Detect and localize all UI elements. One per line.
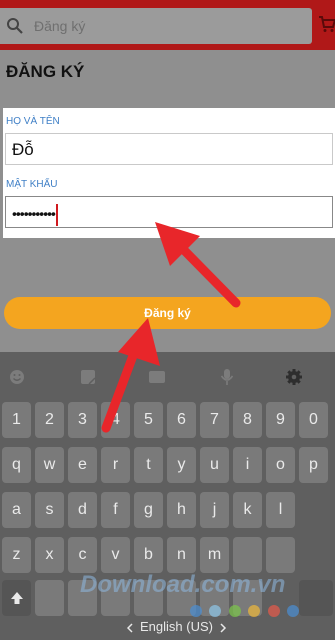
key[interactable]: x <box>35 537 64 573</box>
search-icon <box>7 18 23 34</box>
text-caret <box>55 204 58 226</box>
name-label: HỌ VÀ TÊN <box>6 116 60 127</box>
name-value: Đỗ <box>12 140 34 159</box>
key[interactable]: 7 <box>200 402 229 438</box>
key[interactable]: e <box>68 447 97 483</box>
key[interactable]: l <box>266 492 295 528</box>
key[interactable]: i <box>233 447 262 483</box>
key[interactable]: v <box>101 537 130 573</box>
key[interactable]: 9 <box>266 402 295 438</box>
key[interactable]: 0 <box>299 402 328 438</box>
key[interactable]: n <box>167 537 196 573</box>
key[interactable]: 4 <box>101 402 130 438</box>
register-button[interactable]: Đăng ký <box>4 297 331 329</box>
key[interactable]: c <box>68 537 97 573</box>
backspace-key[interactable] <box>299 580 333 616</box>
name-field[interactable]: Đỗ <box>5 133 333 165</box>
search-bar[interactable]: Đăng ký <box>0 8 312 44</box>
password-label: MẬT KHẨU <box>6 179 58 190</box>
password-field[interactable]: ••••••••••• <box>5 196 333 228</box>
watermark-dot <box>267 605 280 617</box>
password-value: ••••••••••• <box>12 205 56 222</box>
key[interactable]: q <box>2 447 31 483</box>
key[interactable]: b <box>134 537 163 573</box>
watermark-dot <box>190 605 202 617</box>
key[interactable]: m <box>200 537 229 573</box>
sticker-icon[interactable] <box>79 368 97 386</box>
cart-icon[interactable] <box>318 15 335 33</box>
password-value-wrap: ••••••••••• <box>12 204 58 226</box>
keyboard-toolbar <box>0 352 335 402</box>
chevron-left-icon <box>126 623 133 633</box>
key[interactable]: t <box>134 447 163 483</box>
key[interactable]: j <box>200 492 229 528</box>
key[interactable]: k <box>233 492 262 528</box>
shift-icon <box>10 591 23 604</box>
emoji-icon[interactable] <box>8 368 26 386</box>
key[interactable]: p <box>299 447 328 483</box>
key[interactable] <box>266 537 295 573</box>
key[interactable]: 1 <box>2 402 31 438</box>
search-placeholder: Đăng ký <box>34 18 86 34</box>
key[interactable]: a <box>2 492 31 528</box>
key[interactable]: g <box>134 492 163 528</box>
key[interactable]: o <box>266 447 295 483</box>
key[interactable]: 5 <box>134 402 163 438</box>
register-form: HỌ VÀ TÊN Đỗ MẬT KHẨU ••••••••••• <box>3 108 335 238</box>
key[interactable]: r <box>101 447 130 483</box>
settings-icon[interactable] <box>285 368 303 386</box>
key[interactable] <box>35 580 64 616</box>
key[interactable]: h <box>167 492 196 528</box>
chevron-right-icon <box>220 623 227 633</box>
microphone-icon[interactable] <box>218 368 236 386</box>
key[interactable]: 3 <box>68 402 97 438</box>
watermark-dot <box>228 605 241 617</box>
key[interactable]: w <box>35 447 64 483</box>
app-header: Đăng ký <box>0 0 335 50</box>
key[interactable]: 8 <box>233 402 262 438</box>
key[interactable]: u <box>200 447 229 483</box>
key[interactable]: d <box>68 492 97 528</box>
key[interactable]: z <box>2 537 31 573</box>
watermark-logo: Download.com.vn <box>80 571 286 598</box>
watermark-dot <box>209 605 222 617</box>
key[interactable] <box>233 537 262 573</box>
key[interactable]: y <box>167 447 196 483</box>
key[interactable]: s <box>35 492 64 528</box>
key[interactable]: 6 <box>167 402 196 438</box>
shift-key[interactable] <box>2 580 31 616</box>
watermark-dot <box>248 605 261 617</box>
key[interactable]: 2 <box>35 402 64 438</box>
gif-icon[interactable] <box>148 368 166 386</box>
watermark-dots <box>190 604 302 622</box>
watermark-dot <box>287 605 300 617</box>
page-title: ĐĂNG KÝ <box>6 62 85 81</box>
key[interactable]: f <box>101 492 130 528</box>
